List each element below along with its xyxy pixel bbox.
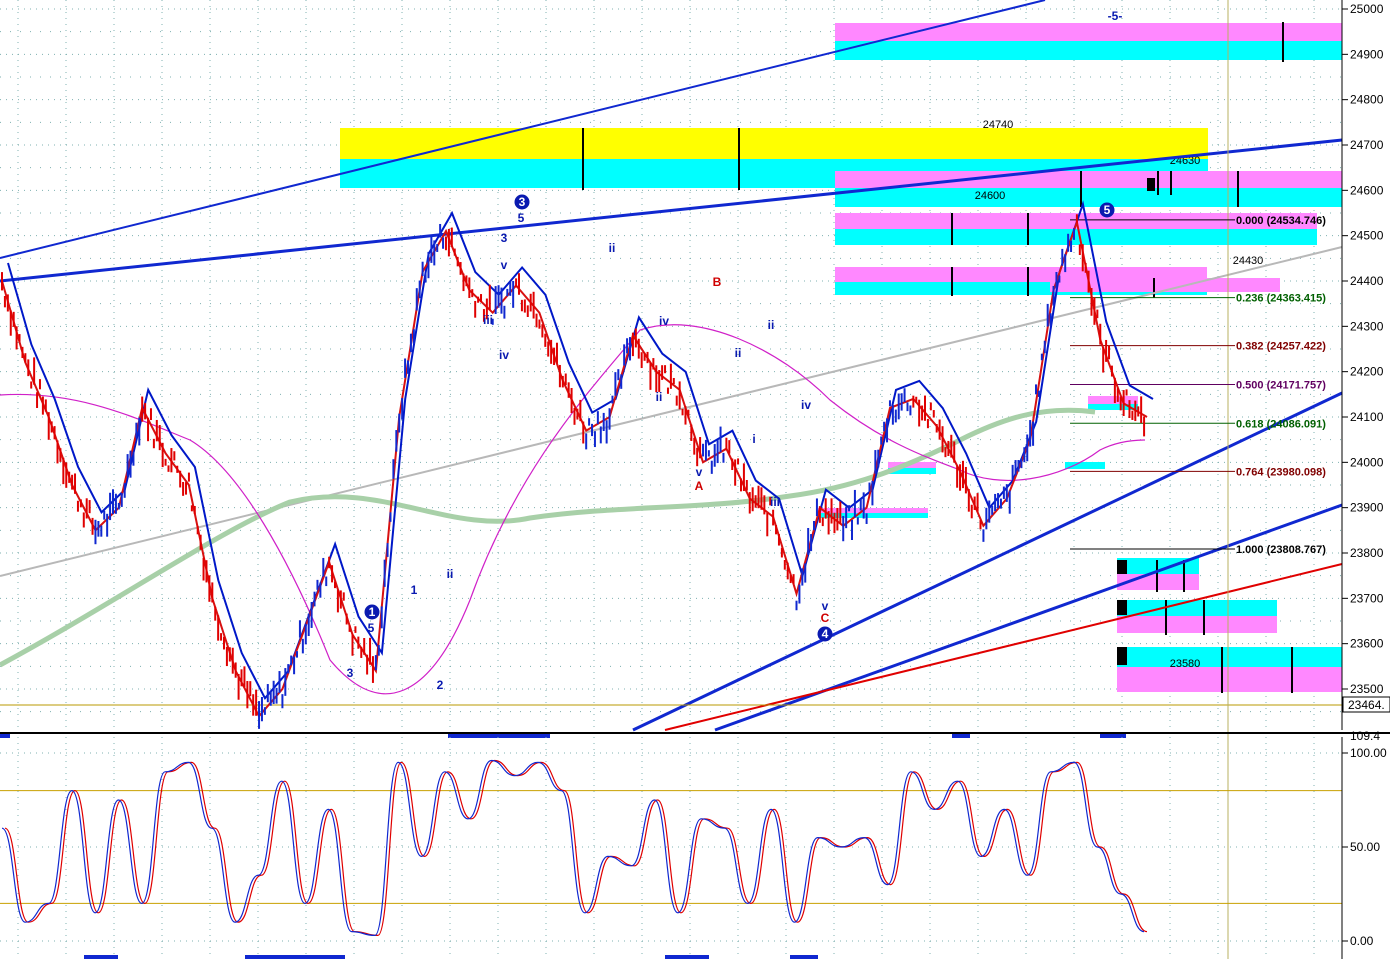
zone-label: 24430 [1233, 255, 1264, 267]
zone-cyan [835, 229, 1317, 245]
axis-tick-label: 100.00 [1350, 746, 1387, 760]
wave-label: 3 [347, 666, 354, 680]
axis-tick-label: 24200 [1350, 365, 1384, 379]
axis-tick-label: 23600 [1350, 637, 1384, 651]
axis-tick-label: 24800 [1350, 93, 1384, 107]
price-axis: 25000 24900 24800 24700 24600 24500 24400 24300… [1341, 0, 1390, 730]
axis-tick-label: 25000 [1350, 2, 1384, 16]
zone-magenta [1088, 396, 1138, 404]
fib-label: 0.500 (24171.757) [1236, 379, 1326, 391]
axis-tick-label: 23800 [1350, 546, 1384, 560]
wave-label: -5- [1108, 9, 1123, 23]
axis-tick-label: 24600 [1350, 183, 1384, 197]
zone-magenta [835, 23, 1343, 41]
wave-label: iii [483, 313, 493, 327]
axis-tick-label: 24000 [1350, 455, 1384, 469]
zone-marker [1117, 600, 1127, 615]
zone-marker [1117, 647, 1127, 665]
time-marker [665, 955, 709, 959]
zone-cyan [835, 41, 1343, 60]
wave-labels: 15312ii353viiiiviiiiBiviivAiiiiiiivvC45-… [347, 9, 1123, 692]
wave-label: B [713, 275, 722, 289]
axis-tick-label: 24100 [1350, 410, 1384, 424]
wave-label: 5 [368, 621, 375, 635]
oscillator-axis: 109.4 100.00 50.00 0.00 [1341, 729, 1390, 959]
zone-label: 24600 [975, 190, 1006, 202]
wave-label: v [696, 465, 703, 479]
wave-label: 1 [411, 583, 418, 597]
wave-label: i [752, 432, 755, 446]
axis-tick-label: 24500 [1350, 229, 1384, 243]
fib-label: 0.764 (23980.098) [1236, 466, 1326, 478]
zone-magenta [1205, 171, 1343, 188]
fib-label: 1.000 (23808.767) [1236, 544, 1326, 556]
axis-tick-label: 0.00 [1350, 934, 1374, 948]
zone-magenta [818, 508, 928, 513]
zone-label: 23580 [1170, 658, 1201, 670]
wave-label: 5 [1104, 203, 1111, 217]
zone-cyan [1117, 647, 1343, 667]
osc-main-line [1, 759, 1145, 937]
wave-label: iv [801, 398, 811, 412]
time-marker [245, 955, 345, 959]
axis-tick-label: 23700 [1350, 591, 1384, 605]
last-price-label: 23464. [1348, 698, 1385, 712]
axis-tick-label: 24900 [1350, 47, 1384, 61]
wave-label: v [501, 258, 508, 272]
zone-magenta [1117, 667, 1343, 692]
zone-cyan [835, 188, 1343, 207]
time-marker [448, 734, 550, 738]
time-marker [0, 734, 10, 738]
wave-label: iv [659, 314, 669, 328]
time-marker [84, 955, 118, 959]
wave-label: 3 [519, 195, 526, 209]
fib-label: 0.236 (24363.415) [1236, 293, 1326, 305]
wave-label: 3 [501, 231, 508, 245]
wave-label: ii [609, 241, 616, 255]
axis-tick-label: 24700 [1350, 138, 1384, 152]
zone-yellow [340, 128, 1208, 159]
zone-marker [1117, 560, 1127, 574]
wave-label: 2 [437, 678, 444, 692]
price-band-red [1, 218, 1148, 718]
osc-top-label: 109.4 [1350, 729, 1380, 743]
axis-tick-label: 24300 [1350, 319, 1384, 333]
wave-label: iv [499, 348, 509, 362]
wave-label: ii [656, 390, 663, 404]
wave-label: A [695, 479, 704, 493]
wave-label: 5 [518, 211, 525, 225]
stock-chart[interactable]: 24740246302460024430235800.000 (24534.74… [0, 0, 1390, 959]
oscillator [0, 737, 1342, 959]
wave-label: ii [447, 567, 454, 581]
zone-cyan [1065, 462, 1105, 469]
wave-label: ii [768, 318, 775, 332]
axis-tick-label: 23900 [1350, 501, 1384, 515]
wave-label: iii [770, 495, 780, 509]
wave-label: C [821, 611, 830, 625]
axis-tick-label: 50.00 [1350, 840, 1380, 854]
fib-label: 0.618 (24086.091) [1236, 418, 1326, 430]
chart-window: 24740 24630 24600 24430 23580 0.000 (24534.74… [0, 0, 1390, 959]
osc-signal-line [4, 759, 1148, 937]
wave-label: 4 [822, 627, 829, 641]
fib-label: 0.382 (24257.422) [1236, 341, 1326, 353]
axis-tick-label: 24400 [1350, 274, 1384, 288]
wave-label: ii [735, 346, 742, 360]
zone-magenta [1117, 616, 1277, 633]
time-marker [952, 734, 970, 738]
time-marker [790, 955, 818, 959]
zone-marker [1147, 178, 1155, 191]
zone-label: 24740 [983, 119, 1014, 131]
axis-tick-label: 23500 [1350, 682, 1384, 696]
fib-label: 0.000 (24534.746) [1236, 215, 1326, 227]
wave-label: 1 [369, 605, 376, 619]
